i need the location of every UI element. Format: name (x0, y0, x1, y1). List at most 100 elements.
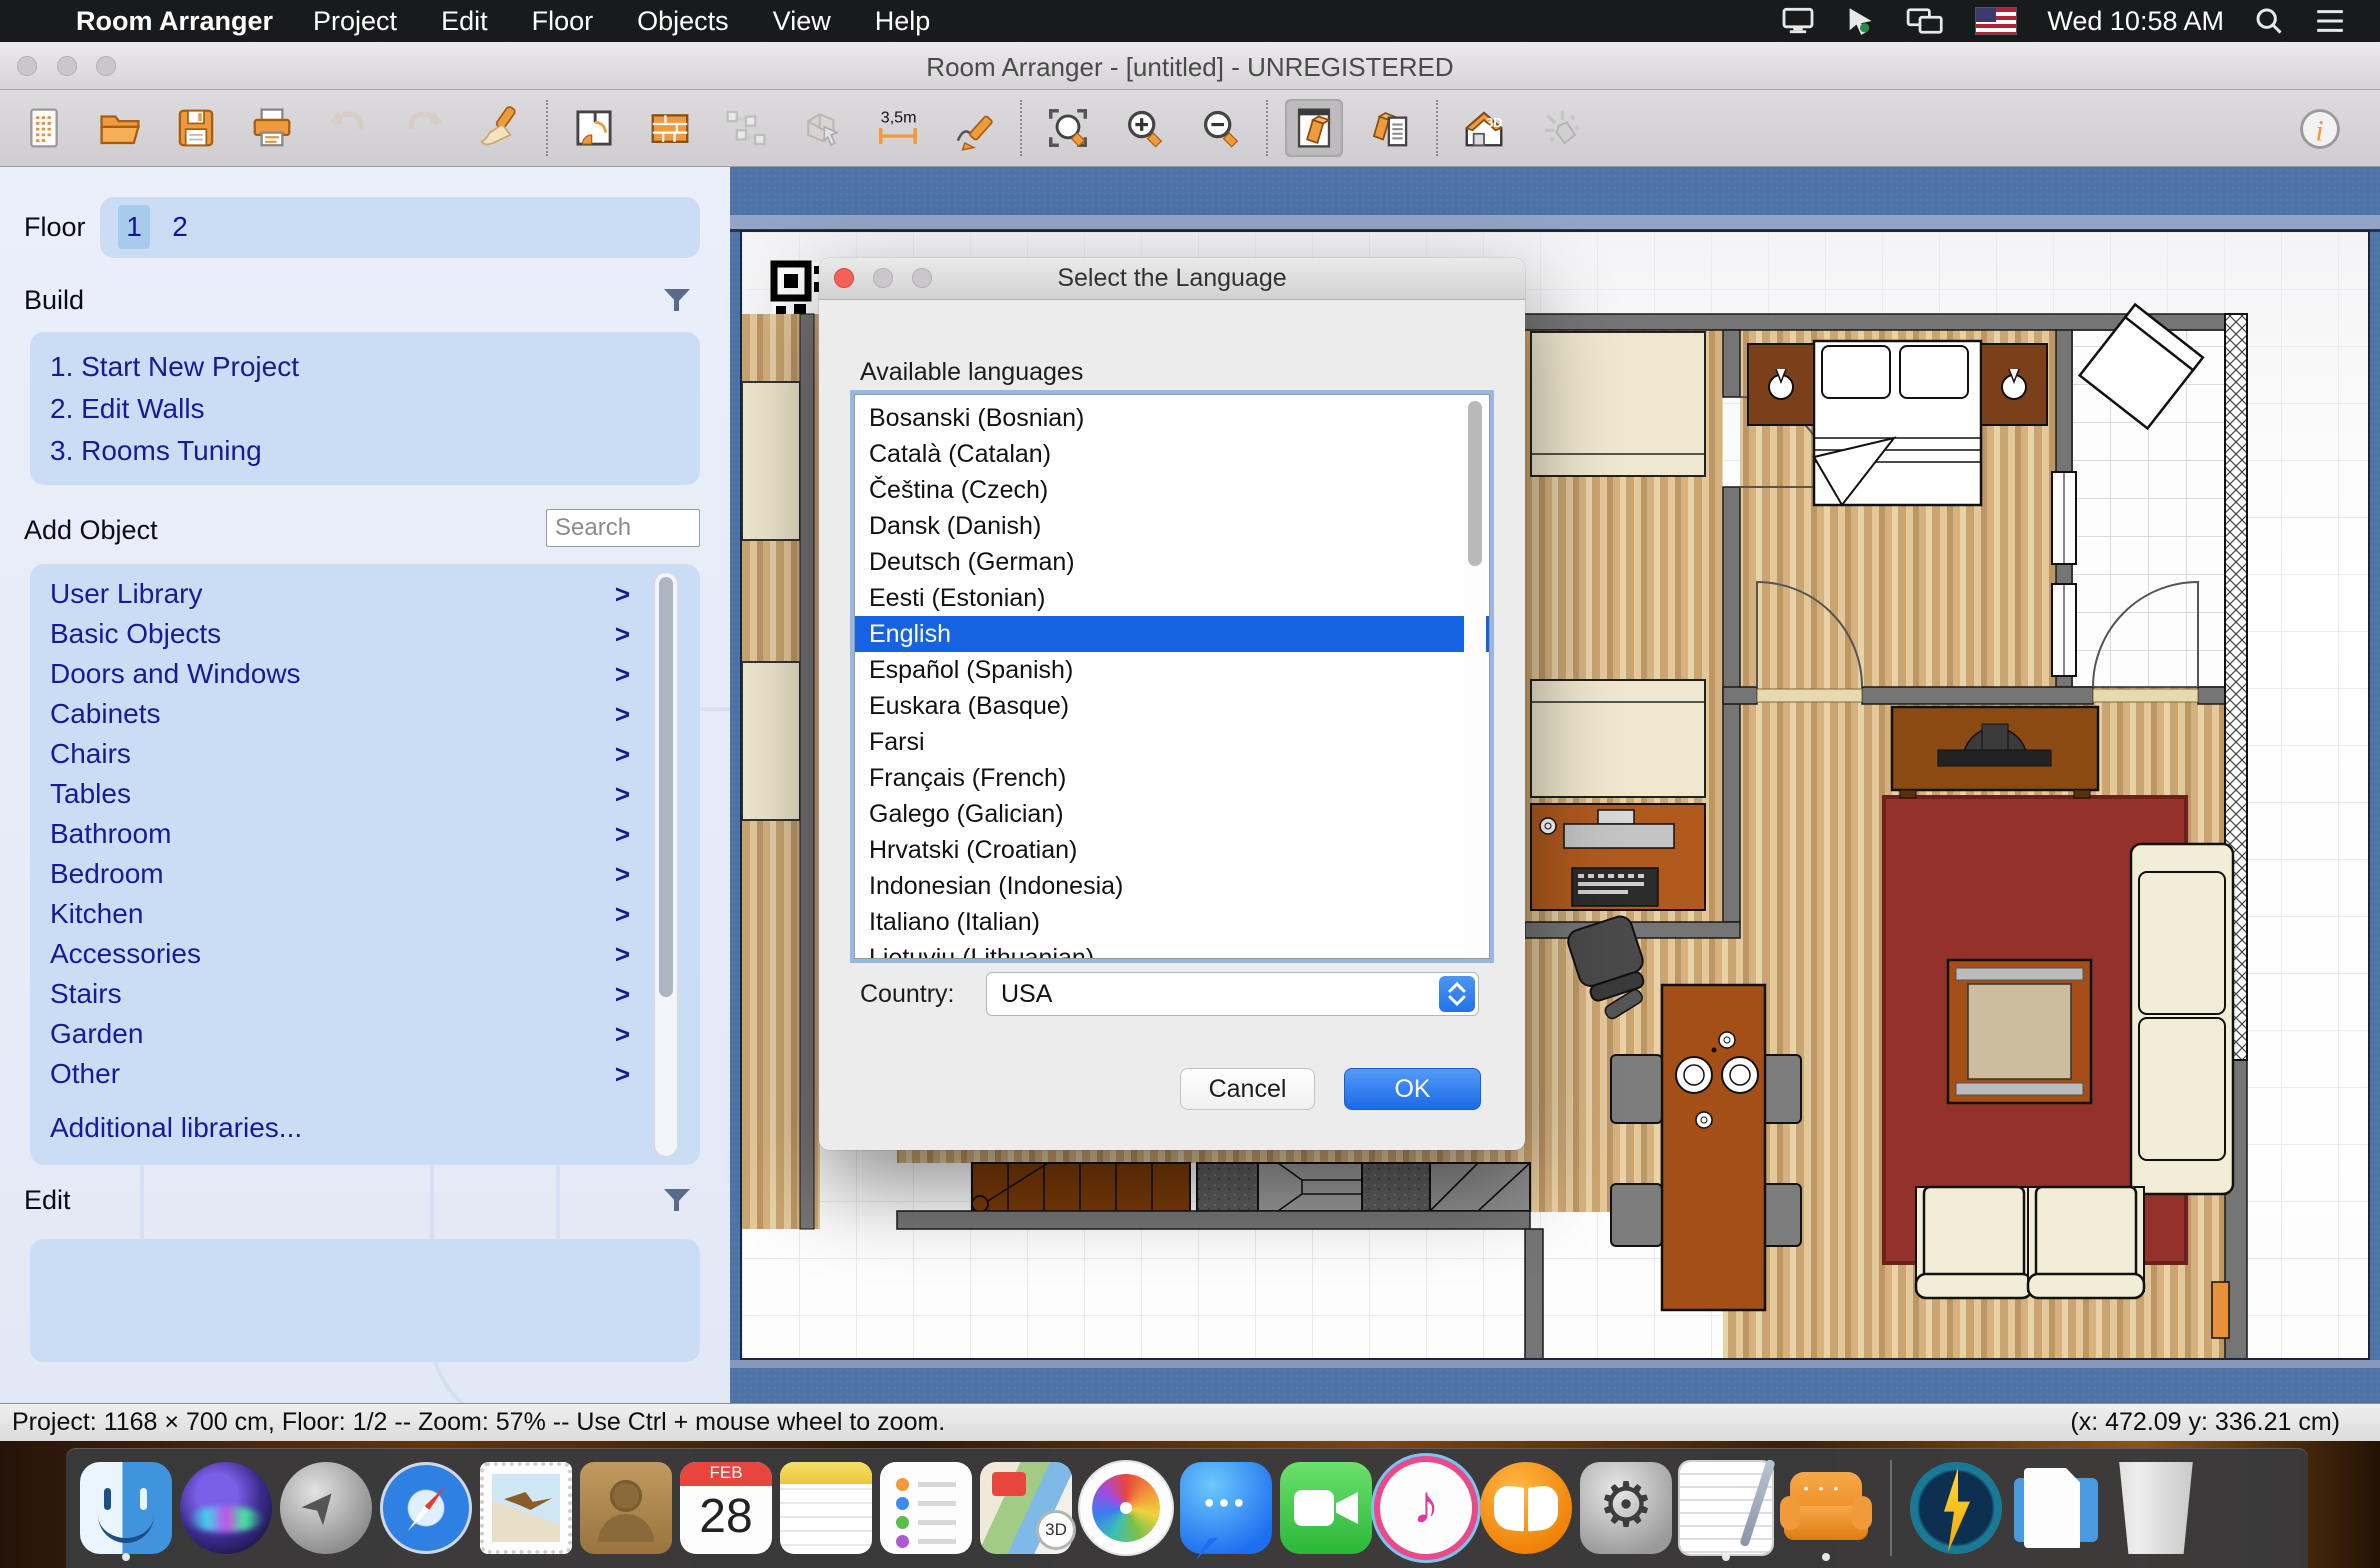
dock-app-sysprefs[interactable] (1576, 1453, 1676, 1563)
dock-app-mail[interactable] (476, 1453, 576, 1563)
build-step-1[interactable]: 1. Start New Project (50, 352, 299, 382)
display-mirroring-icon[interactable] (1781, 7, 1815, 35)
siri-app-icon[interactable] (180, 1462, 272, 1554)
menu-bar-clock[interactable]: Wed 10:58 AM (2047, 6, 2224, 37)
open-tool-button[interactable] (91, 99, 149, 157)
safari-app-icon[interactable] (380, 1462, 472, 1554)
language-option-italiano-italian-[interactable]: Italiano (Italian) (855, 904, 1489, 940)
dock-app-messages[interactable] (1176, 1453, 1276, 1563)
walllist-tool-button[interactable] (1361, 99, 1419, 157)
dialog-title-bar[interactable]: Select the Language (819, 258, 1525, 300)
sysprefs-app-icon[interactable] (1580, 1462, 1672, 1554)
language-option-galego-galician-[interactable]: Galego (Galician) (855, 796, 1489, 832)
floor-tab-1[interactable]: 1 (118, 205, 150, 249)
ibooks-app-icon[interactable] (1480, 1462, 1572, 1554)
info-button[interactable]: i (2291, 100, 2349, 158)
language-option-eesti-estonian-[interactable]: Eesti (Estonian) (855, 580, 1489, 616)
language-option-deutsch-german-[interactable]: Deutsch (German) (855, 544, 1489, 580)
wall-tool-button[interactable] (641, 99, 699, 157)
language-option-indonesian-indonesia-[interactable]: Indonesian (Indonesia) (855, 868, 1489, 904)
library-category-bathroom[interactable]: Bathroom> (30, 814, 700, 854)
pen-tool-button[interactable] (945, 99, 1003, 157)
itunes-app-icon[interactable] (1380, 1462, 1472, 1554)
plan-tool-button[interactable] (565, 99, 623, 157)
house3d-tool-button[interactable]: 3D (1455, 99, 1513, 157)
build-filter-icon[interactable] (664, 287, 690, 313)
menu-item-project[interactable]: Project (313, 6, 397, 37)
library-category-other[interactable]: Other> (30, 1054, 700, 1094)
dock-app-launchpad[interactable] (276, 1453, 376, 1563)
notes-app-icon[interactable] (780, 1462, 872, 1554)
dock-app-ibooks[interactable] (1476, 1453, 1576, 1563)
language-option--e-tina-czech-[interactable]: Čeština (Czech) (855, 472, 1489, 508)
language-listbox[interactable]: Bosanski (Bosnian)Català (Catalan)Češtin… (854, 394, 1490, 959)
cancel-button[interactable]: Cancel (1180, 1068, 1315, 1110)
brush-tool-button[interactable] (471, 99, 529, 157)
dock-app-roomarranger[interactable]: ••• (1776, 1453, 1876, 1563)
roomarranger-app-icon[interactable]: ••• (1780, 1462, 1872, 1554)
library-category-chairs[interactable]: Chairs> (30, 734, 700, 774)
zoomin-tool-button[interactable] (1115, 99, 1173, 157)
mail-app-icon[interactable] (480, 1462, 572, 1554)
trash-app-icon[interactable] (2110, 1462, 2202, 1554)
library-category-garden[interactable]: Garden> (30, 1014, 700, 1054)
additional-libraries-link[interactable]: Additional libraries... (30, 1108, 700, 1148)
save-tool-button[interactable] (167, 99, 225, 157)
language-option-bosanski-bosnian-[interactable]: Bosanski (Bosnian) (855, 400, 1489, 436)
dock-app-itunes[interactable] (1376, 1453, 1476, 1563)
dock-app-textedit[interactable] (1676, 1453, 1776, 1563)
menu-item-floor[interactable]: Floor (532, 6, 594, 37)
language-scrollbar[interactable] (1464, 399, 1486, 955)
reminders-app-icon[interactable] (880, 1462, 972, 1554)
calendar-app-icon[interactable]: FEB28 (680, 1462, 772, 1554)
zoomout-tool-button[interactable] (1191, 99, 1249, 157)
library-category-cabinets[interactable]: Cabinets> (30, 694, 700, 734)
menu-item-help[interactable]: Help (875, 6, 931, 37)
floor-tab-2[interactable]: 2 (164, 205, 196, 249)
dock-app-siri[interactable] (176, 1453, 276, 1563)
edit-filter-icon[interactable] (664, 1187, 690, 1213)
library-scrollbar[interactable] (654, 572, 678, 1157)
dock-app-contacts[interactable] (576, 1453, 676, 1563)
language-option-dansk-danish-[interactable]: Dansk (Danish) (855, 508, 1489, 544)
us-flag-input-source-icon[interactable] (1975, 7, 2017, 35)
measure-tool-button[interactable]: 3,5m (869, 99, 927, 157)
menu-item-view[interactable]: View (773, 6, 831, 37)
language-option-catal-catalan-[interactable]: Català (Catalan) (855, 436, 1489, 472)
launchpad-app-icon[interactable] (280, 1462, 372, 1554)
textedit-app-icon[interactable] (1680, 1462, 1772, 1554)
language-option-hrvatski-croatian-[interactable]: Hrvatski (Croatian) (855, 832, 1489, 868)
language-option-euskara-basque-[interactable]: Euskara (Basque) (855, 688, 1489, 724)
contacts-app-icon[interactable] (580, 1462, 672, 1554)
language-option-farsi[interactable]: Farsi (855, 724, 1489, 760)
notification-center-icon[interactable] (2314, 7, 2346, 35)
search-input[interactable] (546, 509, 700, 547)
dock-app-notes[interactable] (776, 1453, 876, 1563)
library-category-kitchen[interactable]: Kitchen> (30, 894, 700, 934)
menu-item-edit[interactable]: Edit (441, 6, 488, 37)
library-scrollbar-thumb[interactable] (659, 577, 673, 997)
messages-app-icon[interactable] (1180, 1462, 1272, 1554)
language-option-fran-ais-french-[interactable]: Français (French) (855, 760, 1489, 796)
build-step-2[interactable]: 2. Edit Walls (50, 394, 299, 424)
country-stepper-icon[interactable] (1439, 976, 1475, 1012)
facetime-app-icon[interactable] (1280, 1462, 1372, 1554)
spotlight-search-icon[interactable] (2254, 6, 2284, 36)
build-step-3[interactable]: 3. Rooms Tuning (50, 436, 299, 466)
dock-app-safari[interactable] (376, 1453, 476, 1563)
dock-app-photos[interactable] (1076, 1453, 1176, 1563)
documents-app-icon[interactable] (2010, 1462, 2102, 1554)
dock-app-reminders[interactable] (876, 1453, 976, 1563)
language-option-english[interactable]: English (855, 616, 1489, 652)
country-select[interactable]: USA (986, 972, 1479, 1016)
dock-app-documents[interactable] (2006, 1453, 2106, 1563)
library-category-accessories[interactable]: Accessories> (30, 934, 700, 974)
language-option-espa-ol-spanish-[interactable]: Español (Spanish) (855, 652, 1489, 688)
ok-button[interactable]: OK (1344, 1068, 1481, 1110)
library-category-stairs[interactable]: Stairs> (30, 974, 700, 1014)
dock-app-trash[interactable] (2106, 1453, 2206, 1563)
library-category-user-library[interactable]: User Library> (30, 574, 700, 614)
new-tool-button[interactable] (15, 99, 73, 157)
dock-app-lightning[interactable] (1906, 1453, 2006, 1563)
library-category-bedroom[interactable]: Bedroom> (30, 854, 700, 894)
